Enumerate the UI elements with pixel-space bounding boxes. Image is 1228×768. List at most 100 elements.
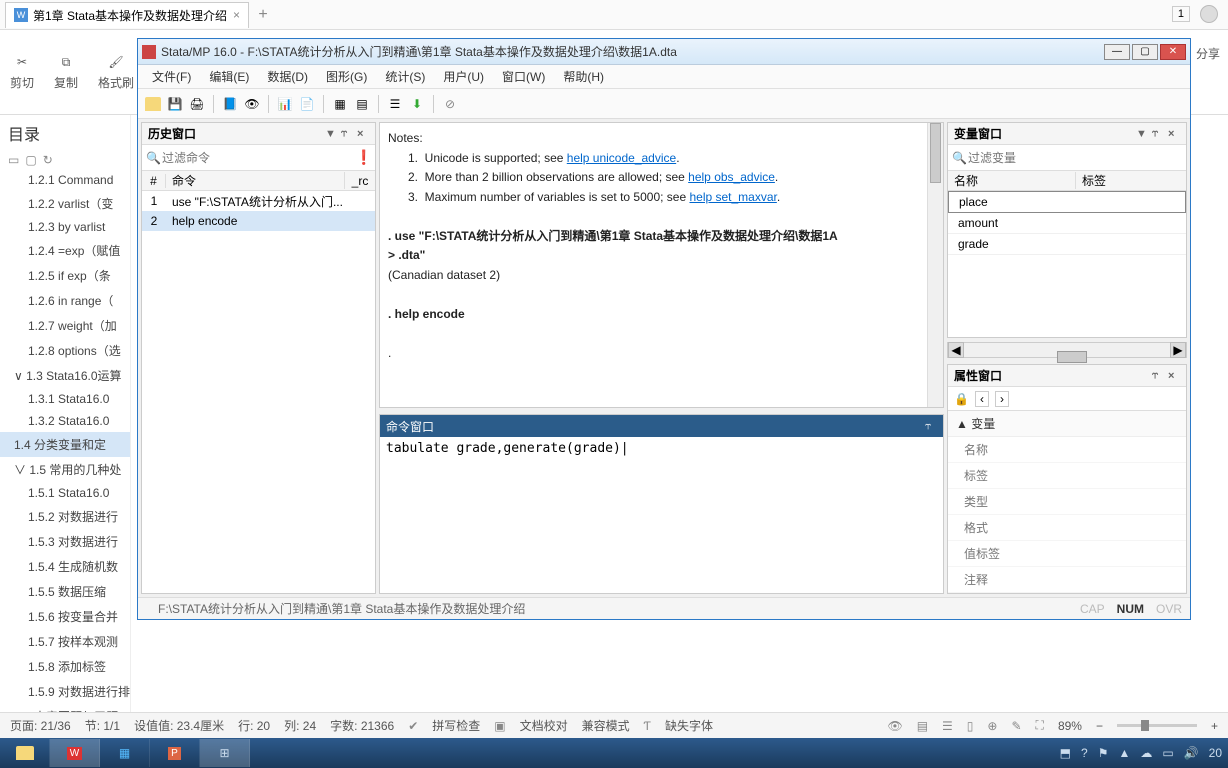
scroll-left-icon[interactable]: ◀ [948,342,964,358]
data-editor-icon[interactable]: ▦ [331,95,349,113]
menu-item[interactable]: 用户(U) [435,66,492,87]
tray-time[interactable]: 20 [1209,746,1222,760]
history-row[interactable]: 2help encode [142,211,375,231]
minimize-button[interactable]: — [1104,44,1130,60]
pin-icon[interactable]: ⥾ [1152,369,1164,382]
toc-item[interactable]: 1.2.8 options（选 [0,338,130,363]
tray-icon[interactable]: ⬒ [1060,746,1071,760]
help-link[interactable]: help obs_advice [688,170,775,184]
lock-icon[interactable]: 🔒 [954,392,969,406]
toc-item[interactable]: 1.3.1 Stata16.0 [0,388,130,410]
pin-icon[interactable]: ⥾ [925,420,937,433]
view-page-icon[interactable]: ▤ [917,719,928,733]
tray-window-icon[interactable]: ▭ [1162,746,1173,760]
format-brush-button[interactable]: 🖌格式刷 [88,30,144,114]
stata-titlebar[interactable]: Stata/MP 16.0 - F:\STATA统计分析从入门到精通\第1章 S… [138,39,1190,65]
variables-hscroll[interactable]: ◀ ▶ [947,342,1187,358]
menu-item[interactable]: 窗口(W) [494,66,553,87]
filter-icon[interactable]: ▼ [325,128,337,140]
toc-item[interactable]: 1.5.4 生成随机数 [0,554,130,579]
view-outline-icon[interactable]: ☰ [942,719,953,733]
toc-item[interactable]: 1.2.5 if exp（条 [0,263,130,288]
spellcheck-icon[interactable]: ✔ [408,719,418,733]
variable-row[interactable]: grade [948,234,1186,255]
avatar[interactable] [1200,5,1218,23]
properties-section[interactable]: ▲ 变量 [948,411,1186,437]
scroll-right-icon[interactable]: ▶ [1170,342,1186,358]
page-indicator[interactable]: 1 [1172,6,1190,22]
break-icon[interactable]: ⊘ [441,95,459,113]
viewer-icon[interactable]: 👁 [243,95,261,113]
status-words[interactable]: 字数: 21366 [330,717,394,734]
toc-item[interactable]: 1.5.9 对数据进行排序 [0,679,130,704]
proof-icon[interactable]: ▣ [494,719,505,733]
toc-item[interactable]: 1.2.7 weight（加 [0,313,130,338]
close-pane-icon[interactable]: × [1168,370,1180,382]
pin-icon[interactable]: ⥾ [1152,127,1164,140]
tray-help-icon[interactable]: ? [1081,746,1088,760]
tray-cloud-icon[interactable]: ☁ [1140,746,1152,760]
property-row[interactable]: 名称 [948,437,1186,463]
toc-item[interactable]: ∨ 1.3 Stata16.0运算 [0,363,130,388]
copy-button[interactable]: ⧉复制 [44,30,88,114]
results-scrollbar[interactable] [927,123,943,407]
menu-item[interactable]: 帮助(H) [555,66,612,87]
property-row[interactable]: 注释 [948,567,1186,593]
zoom-value[interactable]: 89% [1058,719,1082,733]
variable-row[interactable]: place [948,191,1186,213]
doc-tab[interactable]: W 第1章 Stata基本操作及数据处理介绍 × [5,2,249,28]
toc-item[interactable]: 1.2.3 by varlist [0,216,130,238]
refresh-icon[interactable]: ↻ [43,153,53,167]
menu-item[interactable]: 文件(F) [144,66,199,87]
cut-button[interactable]: ✂剪切 [0,30,44,114]
graph-icon[interactable]: 📊 [276,95,294,113]
pin-icon[interactable]: ⥾ [341,127,353,140]
print-icon[interactable]: 🖨 [188,95,206,113]
tray-flag-icon[interactable]: ⚑ [1098,746,1109,760]
history-filter-input[interactable] [162,151,355,165]
toc-item[interactable]: 1.5.8 添加标签 [0,654,130,679]
results-pane[interactable]: Notes: 1. Unicode is supported; see help… [379,122,944,408]
toc-item[interactable]: 1.2.6 in range（ [0,288,130,313]
close-icon[interactable]: × [233,8,240,22]
edit-icon[interactable]: ✎ [1011,719,1021,733]
more-icon[interactable]: ⬇ [408,95,426,113]
share-button[interactable]: 分享 [1196,45,1220,62]
taskbar-wps[interactable]: W [50,739,100,767]
close-pane-icon[interactable]: × [1168,128,1180,140]
toc-item[interactable]: 1.2.4 =exp（赋值 [0,238,130,263]
toc-item[interactable]: 1.5.2 对数据进行 [0,504,130,529]
toc-item[interactable]: 1.5.7 按样本观测 [0,629,130,654]
system-tray[interactable]: ⬒ ? ⚑ ▲ ☁ ▭ 🔊 20 [1060,746,1222,760]
zoom-slider[interactable] [1117,724,1197,727]
filter-icon[interactable]: ▼ [1136,128,1148,140]
collapse-icon[interactable]: ▭ [8,153,19,167]
property-row[interactable]: 值标签 [948,541,1186,567]
view-read-icon[interactable]: ▯ [967,719,974,733]
menu-item[interactable]: 编辑(E) [201,66,257,87]
warning-icon[interactable]: ❗ [355,149,371,166]
toc-item[interactable]: ∨ 1.5 常用的几种处 [0,457,130,482]
variables-filter-input[interactable] [968,151,1182,165]
toc-item[interactable]: 1.5.1 Stata16.0 [0,482,130,504]
help-link[interactable]: help unicode_advice [567,151,676,165]
close-button[interactable]: ✕ [1160,44,1186,60]
next-button[interactable]: › [995,391,1009,407]
prev-button[interactable]: ‹ [975,391,989,407]
variables-icon[interactable]: ☰ [386,95,404,113]
open-icon[interactable] [144,95,162,113]
menu-item[interactable]: 统计(S) [377,66,433,87]
toc-item[interactable]: 1.2.2 varlist（变 [0,191,130,216]
save-icon[interactable]: 💾 [166,95,184,113]
toc-item[interactable]: 1.5.5 数据压缩 [0,579,130,604]
dofile-icon[interactable]: 📄 [298,95,316,113]
toc-item[interactable]: 1.2.1 Command [0,169,130,191]
variable-row[interactable]: amount [948,213,1186,234]
toc-item[interactable]: 1.5.6 按变量合并 [0,604,130,629]
new-tab-button[interactable]: + [251,6,275,24]
taskbar-explorer[interactable] [0,739,50,767]
taskbar-powerpoint[interactable]: P [150,739,200,767]
property-row[interactable]: 标签 [948,463,1186,489]
property-row[interactable]: 格式 [948,515,1186,541]
expand-icon[interactable]: ▢ [25,153,36,167]
